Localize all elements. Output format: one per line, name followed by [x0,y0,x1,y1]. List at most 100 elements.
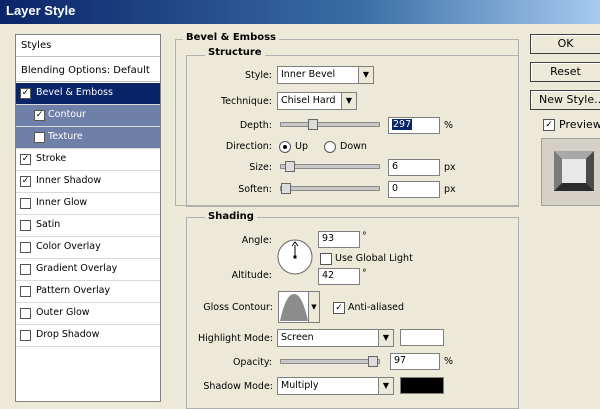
style-item-checkbox[interactable] [34,132,45,143]
angle-value: 93 [322,233,335,244]
preview-swatch-icon [554,151,594,191]
altitude-label: Altitude: [231,270,272,281]
contour-curve-icon [280,294,308,321]
shading-title: Shading [205,211,257,222]
technique-select[interactable]: Chisel Hard ▼ [277,92,357,110]
size-label: Size: [249,162,272,173]
use-global-light-label: Use Global Light [335,253,413,264]
title-bar[interactable] [0,0,600,24]
new-style-button[interactable]: New Style... [530,90,600,110]
gloss-contour-label: Gloss Contour: [203,302,273,313]
style-item-label: Color Overlay [36,241,101,252]
direction-up-label: Up [295,141,308,152]
bevel-style-select[interactable]: Inner Bevel ▼ [277,66,374,84]
direction-label: Direction: [225,141,272,152]
style-item-label: Stroke [36,153,67,164]
shadow-mode-select[interactable]: Multiply ▼ [277,377,394,395]
angle-dial[interactable] [276,238,314,276]
preview-label: Preview [559,118,600,131]
highlight-mode-select[interactable]: Screen ▼ [277,329,394,347]
style-item-checkbox[interactable]: ✓ [20,154,31,165]
technique-label: Technique: [220,96,272,107]
style-item-checkbox[interactable] [20,220,31,231]
styles-header[interactable]: Styles [16,35,160,57]
opacity-input[interactable]: 97 [390,353,440,370]
technique-value: Chisel Hard [281,95,336,106]
style-item[interactable]: Satin [16,215,160,237]
size-slider[interactable] [280,161,380,172]
preview-thumbnail [541,138,600,206]
structure-title: Structure [205,47,265,58]
opacity-slider[interactable] [280,356,380,367]
style-item[interactable]: Drop Shadow [16,325,160,347]
style-item-label: Inner Shadow [36,175,102,186]
style-item[interactable]: Inner Glow [16,193,160,215]
style-item-checkbox[interactable]: ✓ [20,176,31,187]
angle-unit: ° [362,231,367,242]
chevron-down-icon: ▼ [378,378,393,394]
highlight-color-swatch[interactable] [400,329,444,346]
opacity-label: Opacity: [232,357,272,368]
bevel-emboss-title: Bevel & Emboss [183,32,279,43]
depth-unit: % [444,120,454,131]
direction-down-radio[interactable] [324,141,336,153]
style-item[interactable]: ✓ Inner Shadow [16,171,160,193]
anti-aliased-checkbox[interactable]: ✓ [333,302,345,314]
bevel-style-value: Inner Bevel [281,69,336,80]
style-item[interactable]: ✓ Stroke [16,149,160,171]
altitude-input[interactable]: 42 [318,268,360,285]
style-item[interactable]: Outer Glow [16,303,160,325]
style-item[interactable]: Texture [16,127,160,149]
style-item-label: Outer Glow [36,307,90,318]
gloss-contour-preview[interactable] [278,291,310,323]
soften-slider-thumb[interactable] [281,183,291,194]
reset-button[interactable]: Reset [530,62,600,82]
use-global-light-checkbox[interactable] [320,253,332,265]
depth-value: 297 [392,119,413,130]
chevron-down-icon: ▼ [311,303,317,311]
style-item[interactable]: Gradient Overlay [16,259,160,281]
style-item-checkbox[interactable]: ✓ [20,88,31,99]
depth-slider[interactable] [280,119,380,130]
opacity-slider-thumb[interactable] [368,356,379,367]
soften-slider[interactable] [280,183,380,194]
window-title: Layer Style [6,3,76,18]
shadow-mode-value: Multiply [281,380,319,391]
style-item-checkbox[interactable] [20,308,31,319]
style-item-checkbox[interactable] [20,264,31,275]
style-item-label: Bevel & Emboss [36,87,113,98]
soften-value: 0 [392,183,399,194]
shadow-color-swatch[interactable] [400,377,444,394]
style-item[interactable]: Pattern Overlay [16,281,160,303]
depth-slider-thumb[interactable] [308,119,318,130]
direction-up-radio[interactable] [279,141,291,153]
opacity-unit: % [444,356,454,367]
style-item-checkbox[interactable] [20,242,31,253]
gloss-contour-dropdown[interactable]: ▼ [308,291,320,323]
style-item-checkbox[interactable] [20,286,31,297]
size-slider-thumb[interactable] [284,161,295,172]
blending-options-item[interactable]: Blending Options: Default [16,60,160,82]
ok-button[interactable]: OK [530,34,600,54]
angle-label: Angle: [241,235,272,246]
size-value: 6 [392,161,399,172]
style-item[interactable]: Color Overlay [16,237,160,259]
preview-checkbox[interactable]: ✓ [543,119,555,131]
shadow-mode-label: Shadow Mode: [203,381,273,392]
anti-aliased-label: Anti-aliased [348,302,405,313]
radio-selected-dot [283,145,287,149]
style-item[interactable]: ✓ Bevel & Emboss [16,83,160,105]
chevron-down-icon: ▼ [378,330,393,346]
angle-input[interactable]: 93 [318,231,360,248]
depth-input[interactable]: 297 [388,117,440,134]
highlight-mode-value: Screen [281,332,314,343]
style-item-checkbox[interactable]: ✓ [34,110,45,121]
style-item[interactable]: ✓ Contour [16,105,160,127]
style-item-label: Satin [36,219,61,230]
highlight-mode-label: Highlight Mode: [198,333,273,344]
style-item-checkbox[interactable] [20,330,31,341]
style-item-checkbox[interactable] [20,198,31,209]
altitude-value: 42 [322,270,335,281]
size-input[interactable]: 6 [388,159,440,176]
soften-input[interactable]: 0 [388,181,440,198]
